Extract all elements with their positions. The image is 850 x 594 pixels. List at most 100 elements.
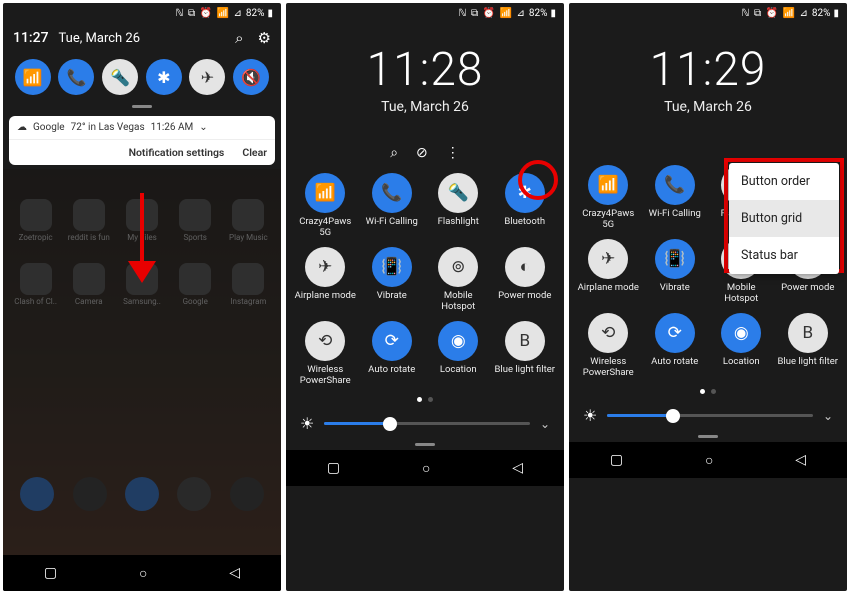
phone-app-icon[interactable]: [20, 477, 54, 511]
qs-tile: 🔦Flashlight: [427, 173, 490, 239]
status-bar: ℕ ⧉ ⏰ 📶 ⊿ 82% ▮: [569, 3, 847, 23]
quick-settings-grid: 📶 Crazy4Paws 5G📞Wi-Fi Calling🔦Flashlight ✱…: [286, 169, 564, 391]
qs-tile-toggle[interactable]: 📞: [372, 173, 412, 213]
qs-tile-toggle[interactable]: 📞: [655, 165, 695, 205]
qs-tile-toggle[interactable]: ⟲: [588, 313, 628, 353]
notification-card[interactable]: ☁ Google 72° in Las Vegas 11:26 AM ⌄ Not…: [9, 116, 275, 165]
drag-handle[interactable]: [415, 443, 435, 446]
qs-tile-toggle[interactable]: B: [505, 321, 545, 361]
phone-screenshot-2: ℕ ⧉ ⏰ 📶 ⊿ 82% ▮ 11:28 Tue, March 26 ⌕ ⊘ …: [286, 3, 564, 591]
menu-item[interactable]: Button order: [729, 163, 839, 200]
app-icon[interactable]: Zoetropic: [11, 199, 60, 259]
qs-tile: ✈Airplane mode: [294, 247, 357, 313]
qs-tile-toggle[interactable]: ⊚: [438, 247, 478, 287]
qs-tile-toggle[interactable]: 🔦: [438, 173, 478, 213]
app-icon[interactable]: Sports: [171, 199, 220, 259]
home-button[interactable]: ○: [422, 460, 430, 477]
qs-tile-toggle[interactable]: ◉: [438, 321, 478, 361]
power-icon[interactable]: ⊘: [416, 145, 428, 161]
page-dot[interactable]: [711, 389, 716, 394]
more-menu-icon[interactable]: ⋮: [446, 145, 460, 161]
recent-apps-button[interactable]: ▢: [327, 460, 340, 476]
app-icon[interactable]: Clash of Cl..: [11, 263, 60, 323]
home-button[interactable]: ○: [139, 565, 147, 582]
airplane-toggle[interactable]: ✈: [189, 59, 225, 95]
wifi-calling-toggle[interactable]: 📞: [58, 59, 94, 95]
qs-tile-label: Crazy4Paws 5G: [294, 217, 357, 239]
qs-tile-label: Blue light filter: [495, 365, 555, 387]
qs-tile: B Blue light filter: [494, 321, 557, 387]
app-icon[interactable]: Google: [171, 263, 220, 323]
mute-toggle[interactable]: 🔇: [233, 59, 269, 95]
back-button[interactable]: ◁: [512, 460, 523, 476]
qs-tile-label: Wi-Fi Calling: [649, 209, 701, 231]
page-dot[interactable]: [428, 397, 433, 402]
drag-handle[interactable]: [698, 435, 718, 438]
notification-settings-link[interactable]: Notification settings: [129, 146, 225, 159]
brightness-slider[interactable]: [607, 414, 813, 417]
header-row: 11:27 Tue, March 26 ⌕ ⚙: [3, 23, 281, 53]
battery-icon: ▮: [550, 8, 556, 19]
back-button[interactable]: ◁: [795, 452, 806, 468]
phone-screenshot-1: ℕ ⧉ ⏰ 📶 ⊿ 82% ▮ 11:27 Tue, March 26 ⌕ ⚙ …: [3, 3, 281, 591]
app-icon[interactable]: Samsung..: [117, 263, 166, 323]
messages-app-icon[interactable]: [125, 477, 159, 511]
qs-tile-toggle[interactable]: ◉: [721, 313, 761, 353]
qs-tile-toggle[interactable]: ⟳: [372, 321, 412, 361]
carrier-app-icon[interactable]: [73, 477, 107, 511]
recent-apps-button[interactable]: ▢: [44, 565, 57, 581]
qs-tile-toggle[interactable]: ✱: [505, 173, 545, 213]
qs-tile-label: Power mode: [498, 291, 551, 313]
qs-tile-toggle[interactable]: ⟳: [655, 313, 695, 353]
qs-tile-toggle[interactable]: ✈: [305, 247, 345, 287]
menu-item[interactable]: Status bar: [729, 237, 839, 274]
qs-tile: 📞Wi-Fi Calling: [361, 173, 424, 239]
qs-tile-toggle[interactable]: ◐: [505, 247, 545, 287]
search-icon[interactable]: ⌕: [390, 145, 398, 161]
qs-tile: ⟳Auto rotate: [644, 313, 707, 379]
chevron-down-icon[interactable]: ⌄: [823, 409, 833, 423]
page-dot[interactable]: [700, 389, 705, 394]
qs-tile-label: Location: [440, 365, 477, 387]
settings-gear-icon[interactable]: ⚙: [258, 29, 271, 47]
qs-tile-toggle[interactable]: ✈: [588, 239, 628, 279]
back-button[interactable]: ◁: [229, 565, 240, 581]
nav-bar: ▢ ○ ◁: [569, 442, 847, 478]
app-icon[interactable]: Play Music: [224, 199, 273, 259]
camera-app-icon[interactable]: [230, 477, 264, 511]
brightness-slider[interactable]: [324, 422, 530, 425]
chevron-down-icon[interactable]: ⌄: [540, 417, 550, 431]
battery-icon: ▮: [833, 8, 839, 19]
page-dot[interactable]: [417, 397, 422, 402]
wifi-toggle[interactable]: 📶: [15, 59, 51, 95]
page-indicator: [286, 397, 564, 402]
qs-tile-toggle[interactable]: 📶: [588, 165, 628, 205]
qs-tile: BBlue light filter: [777, 313, 840, 379]
qs-tile-toggle[interactable]: ⟲: [305, 321, 345, 361]
clear-button[interactable]: Clear: [242, 146, 267, 159]
app-icon[interactable]: Instagram: [224, 263, 273, 323]
flashlight-toggle[interactable]: 🔦: [102, 59, 138, 95]
menu-item[interactable]: Button grid: [729, 200, 839, 237]
status-icons: ℕ ⧉ ⏰ 📶 ⊿: [176, 8, 243, 19]
qs-tile-toggle[interactable]: 📳: [372, 247, 412, 287]
qs-tile-toggle[interactable]: B: [788, 313, 828, 353]
bluetooth-toggle[interactable]: ✱: [146, 59, 182, 95]
qs-tile-toggle[interactable]: 📳: [655, 239, 695, 279]
drag-handle[interactable]: [132, 105, 152, 108]
qs-tile: ◉ Location: [427, 321, 490, 387]
app-icon[interactable]: reddit is fun: [64, 199, 113, 259]
battery-icon: ▮: [267, 8, 273, 19]
app-icon[interactable]: My Files: [117, 199, 166, 259]
qs-tile-toggle[interactable]: 📶: [305, 173, 345, 213]
home-button[interactable]: ○: [705, 452, 713, 469]
recent-apps-button[interactable]: ▢: [610, 452, 623, 468]
search-icon[interactable]: ⌕: [235, 29, 243, 47]
status-icons: ℕ ⧉ ⏰ 📶 ⊿: [742, 8, 809, 19]
weather-icon: ☁: [17, 122, 27, 133]
app-icon[interactable]: Camera: [64, 263, 113, 323]
chevron-down-icon[interactable]: ⌄: [199, 122, 207, 133]
brightness-icon: ☀: [583, 406, 597, 425]
browser-app-icon[interactable]: [177, 477, 211, 511]
brightness-icon: ☀: [300, 414, 314, 433]
